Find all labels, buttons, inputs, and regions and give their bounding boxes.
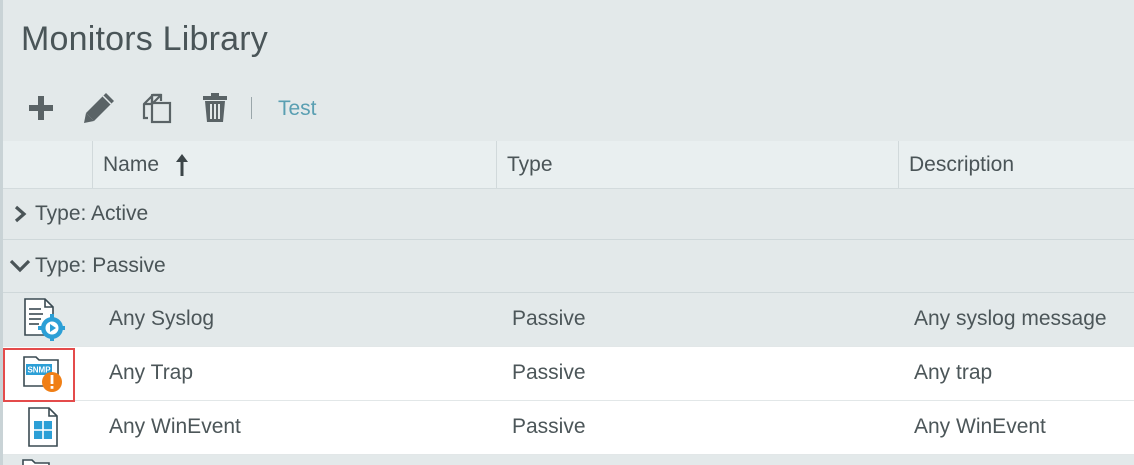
monitor-name: Any Trap bbox=[109, 361, 194, 384]
syslog-monitor-icon bbox=[21, 297, 65, 341]
page-title: Monitors Library bbox=[21, 20, 268, 58]
column-header-type-label: Type bbox=[507, 152, 553, 176]
copy-button[interactable] bbox=[139, 88, 175, 128]
monitor-type: Passive bbox=[512, 307, 586, 330]
chevron-right-icon[interactable] bbox=[5, 204, 35, 224]
column-header-icon bbox=[3, 141, 92, 188]
group-label: Type: Active bbox=[35, 202, 149, 225]
toolbar: Test bbox=[23, 88, 423, 128]
group-row-passive[interactable]: Type: Passive bbox=[3, 240, 1134, 293]
monitor-type: Passive bbox=[512, 361, 586, 384]
folder-icon bbox=[22, 459, 50, 465]
column-header-description[interactable]: Description bbox=[898, 141, 1134, 188]
copy-icon bbox=[142, 93, 172, 124]
toolbar-separator bbox=[251, 97, 252, 119]
plus-icon bbox=[29, 96, 53, 120]
monitors-grid: Name Type Description Type: Active Type:… bbox=[3, 141, 1134, 455]
delete-button[interactable] bbox=[197, 88, 233, 128]
monitor-name: Any WinEvent bbox=[109, 415, 241, 438]
group-row-active[interactable]: Type: Active bbox=[3, 189, 1134, 240]
table-row[interactable]: Any Syslog Passive Any syslog message bbox=[3, 293, 1134, 347]
table-row[interactable]: Any WinEvent Passive Any WinEvent bbox=[3, 401, 1134, 455]
monitors-library-panel: Monitors Library Test Name Type Descript… bbox=[0, 0, 1134, 465]
add-button[interactable] bbox=[23, 88, 59, 128]
table-row[interactable]: SNMP Any Trap Passive Any trap bbox=[3, 347, 1134, 401]
monitor-name: Any Syslog bbox=[109, 307, 215, 330]
winevent-monitor-icon bbox=[21, 405, 65, 449]
monitor-description: Any WinEvent bbox=[914, 415, 1046, 438]
sort-ascending-icon[interactable] bbox=[175, 153, 189, 177]
monitor-description: Any syslog message bbox=[914, 307, 1107, 330]
monitor-type: Passive bbox=[512, 415, 586, 438]
edit-button[interactable] bbox=[81, 88, 117, 128]
column-header-name[interactable]: Name bbox=[92, 141, 496, 188]
snmp-trap-monitor-icon: SNMP bbox=[21, 351, 65, 395]
pencil-icon bbox=[84, 93, 114, 123]
column-header-name-label: Name bbox=[103, 152, 160, 176]
grid-header: Name Type Description bbox=[3, 141, 1134, 189]
trash-icon bbox=[203, 93, 227, 122]
chevron-down-icon[interactable] bbox=[5, 259, 35, 273]
test-button[interactable]: Test bbox=[278, 97, 317, 121]
column-header-description-label: Description bbox=[909, 152, 1015, 176]
column-header-type[interactable]: Type bbox=[496, 141, 898, 188]
group-label: Type: Passive bbox=[35, 254, 166, 277]
monitor-description: Any trap bbox=[914, 361, 993, 384]
